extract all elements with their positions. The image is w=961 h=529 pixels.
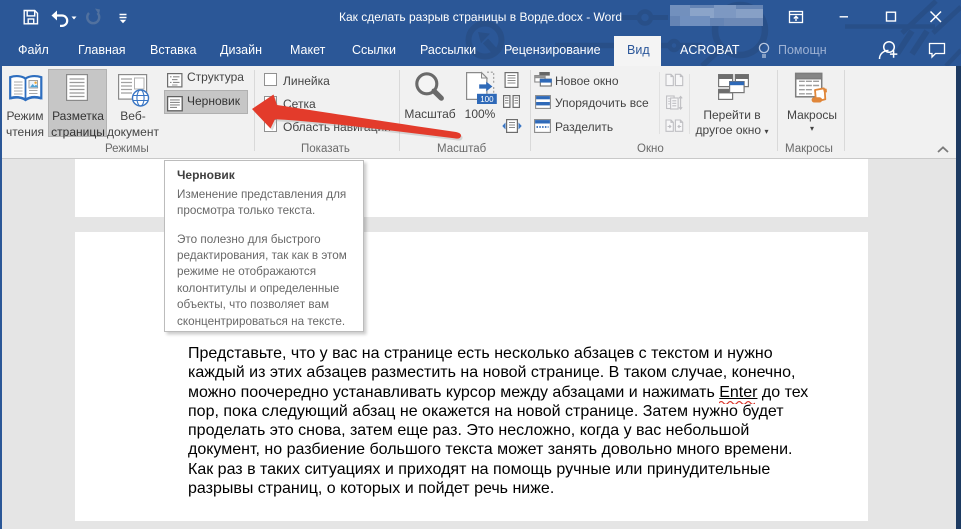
svg-text:100: 100: [480, 95, 494, 104]
